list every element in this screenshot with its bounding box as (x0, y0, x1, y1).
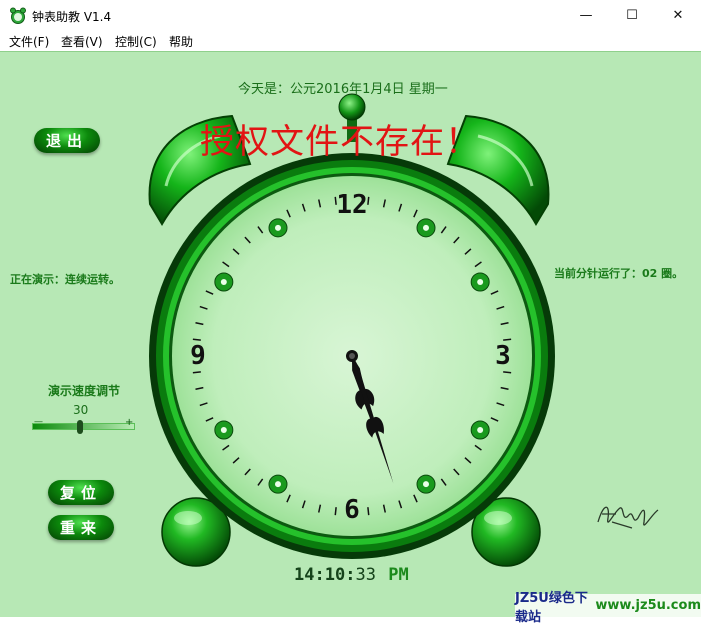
hour-screw-center (423, 481, 429, 488)
numeral-9: 9 (190, 341, 206, 371)
hour-screw-center (275, 224, 281, 231)
speed-slider[interactable] (32, 423, 135, 430)
minimize-button[interactable]: — (563, 0, 609, 31)
minute-tick (503, 371, 512, 374)
reset-button[interactable]: 复位 (48, 480, 114, 505)
exit-button-label: 退出 (45, 132, 88, 150)
numeral-3: 3 (495, 341, 511, 371)
menu-file[interactable]: 文件(F) (9, 33, 49, 50)
title-bar: 钟表助教 V1.4 — ☐ ✕ (0, 0, 701, 31)
digital-ampm: PM (388, 565, 409, 585)
minute-tick (192, 338, 201, 341)
window-title: 钟表助教 V1.4 (32, 10, 112, 24)
watermark-right: www.jz5u.com (595, 598, 701, 613)
minimize-icon: — (579, 8, 593, 23)
numeral-6: 6 (344, 495, 360, 525)
restart-button[interactable]: 重来 (48, 515, 114, 540)
license-warning: 授权文件不存在！ (200, 122, 480, 162)
minute-tick (334, 507, 337, 516)
menu-help[interactable]: 帮助 (169, 33, 193, 50)
hour-screw-center (477, 427, 484, 433)
reset-button-label: 复位 (59, 484, 102, 502)
exit-button[interactable]: 退出 (34, 128, 100, 153)
restart-button-label: 重来 (59, 519, 102, 537)
hour-screw-center (477, 279, 484, 285)
hour-screw-center (423, 224, 429, 231)
minute-tick (367, 507, 370, 516)
hour-screw-center (275, 481, 281, 488)
app-icon (10, 7, 26, 24)
speed-label: 演示速度调节 (48, 384, 121, 398)
close-icon: ✕ (672, 8, 684, 23)
minute-tick (192, 371, 201, 374)
digital-minute: 10 (324, 565, 346, 585)
hour-screw-center (220, 279, 227, 285)
close-button[interactable]: ✕ (655, 0, 701, 31)
maximize-button[interactable]: ☐ (609, 0, 655, 31)
speed-slider-thumb[interactable] (77, 420, 84, 434)
center-pin (349, 353, 355, 359)
hour-screw-center (220, 427, 227, 433)
minute-tick (503, 338, 512, 341)
watermark-left: JZ5U绿色下载站 (515, 590, 588, 625)
slider-plus-icon: + (125, 417, 134, 428)
demo-status: 正在演示：连续运转。 (10, 273, 120, 286)
digital-second: 33 (355, 565, 376, 585)
slider-minus-icon: — (34, 417, 43, 427)
main-panel: 今天是：公元2016年1月4日 星期一 12 3 6 9 退出 复位 重来 正在… (0, 51, 701, 625)
numeral-12: 12 (336, 190, 367, 220)
menu-bar: 文件(F) 查看(V) 控制(C) 帮助 (0, 31, 701, 51)
menu-view[interactable]: 查看(V) (61, 33, 103, 50)
digital-clock: 14:10:33 PM (294, 565, 409, 585)
speed-value: 30 (73, 403, 89, 417)
digital-hour: 14 (294, 565, 315, 585)
minute-hand-runs: 当前分针运行了：02 圈。 (554, 267, 684, 280)
maximize-icon: ☐ (626, 8, 638, 23)
minute-tick (367, 196, 370, 205)
signature-graphic (597, 506, 659, 529)
menu-control[interactable]: 控制(C) (115, 33, 157, 50)
watermark-banner: JZ5U绿色下载站 www.jz5u.com (515, 591, 701, 625)
